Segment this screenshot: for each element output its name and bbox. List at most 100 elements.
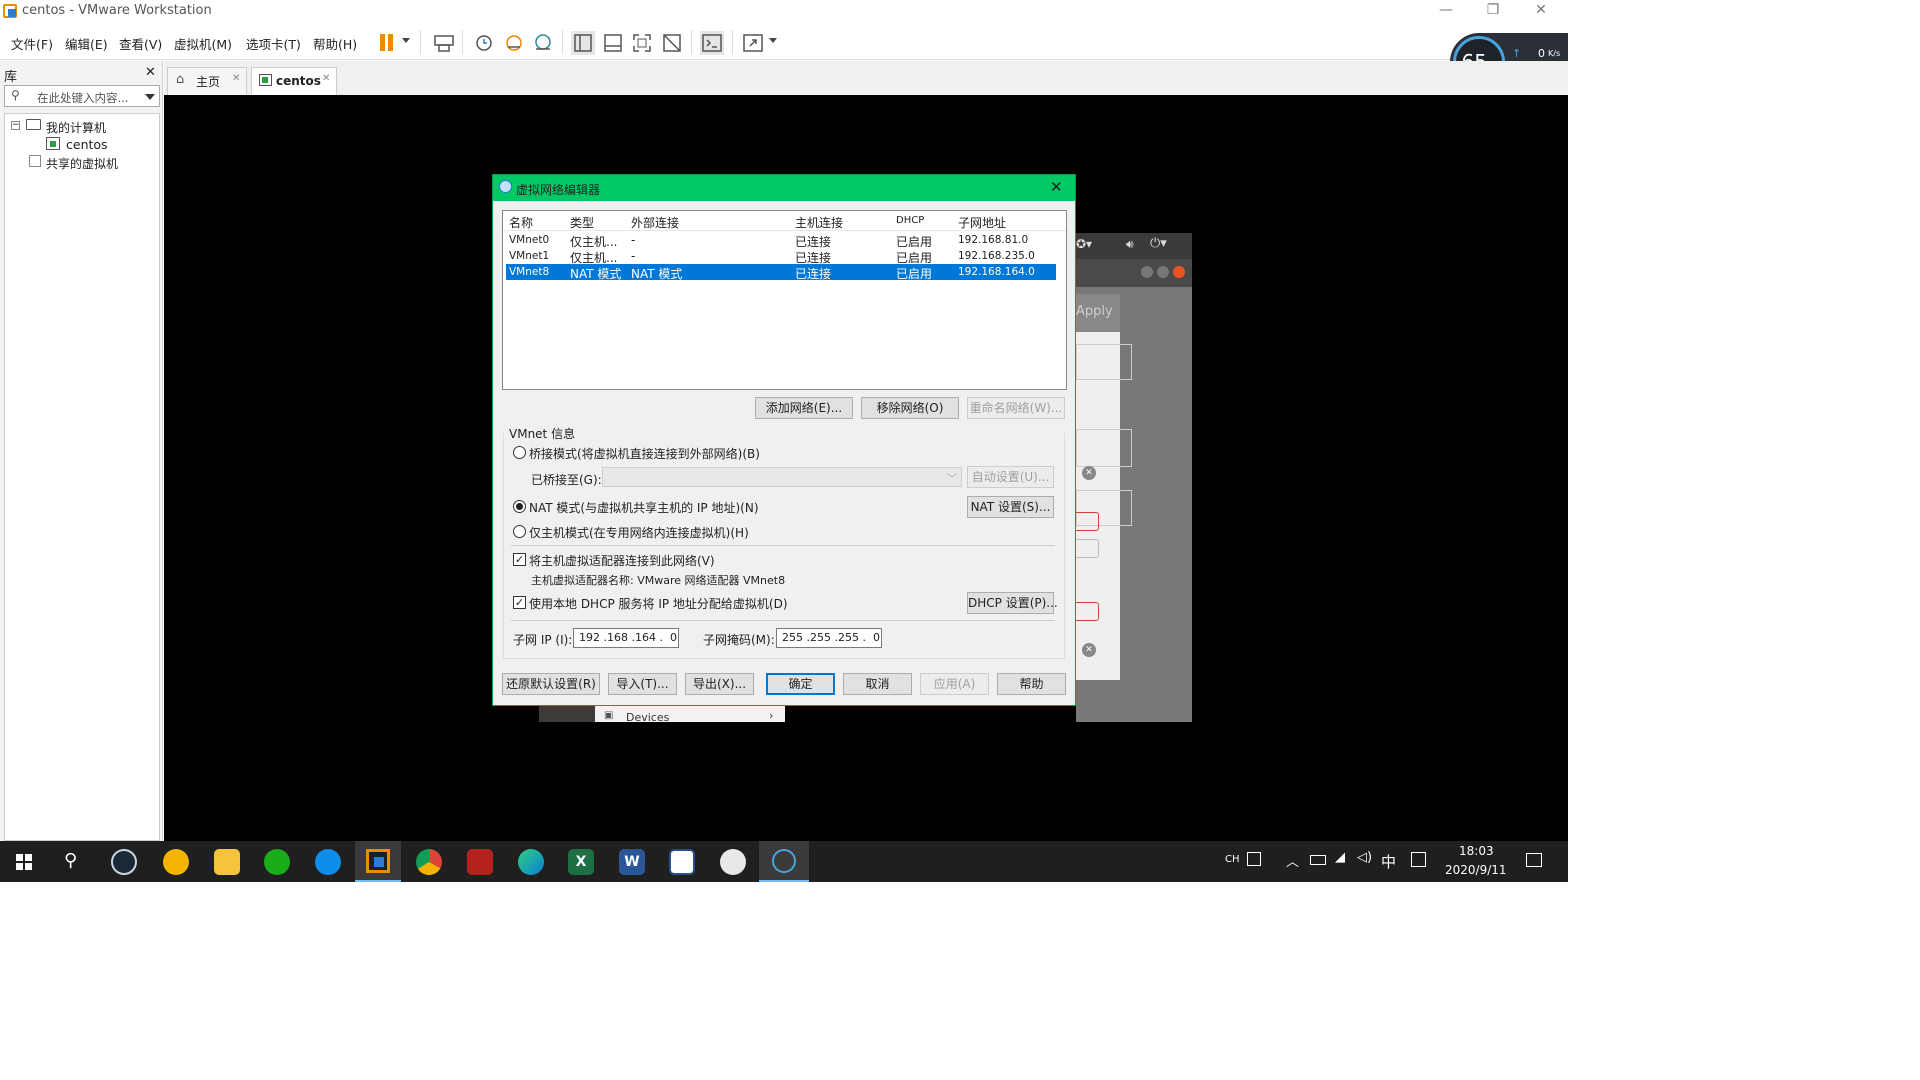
connect-adapter-label[interactable]: 将主机虚拟适配器连接到此网络(V) (529, 552, 715, 569)
teamviewer-icon[interactable] (315, 849, 341, 875)
clock-date[interactable]: 2020/9/11 (1445, 863, 1507, 877)
stretch-dropdown-icon[interactable] (769, 38, 777, 43)
menu-file[interactable]: 文件(F) (11, 34, 53, 53)
use-dhcp-label[interactable]: 使用本地 DHCP 服务将 IP 地址分配给虚拟机(D) (529, 595, 788, 612)
full-screen-icon[interactable] (630, 31, 654, 55)
add-network-button[interactable]: 添加网络(E)... (755, 397, 853, 419)
restore-button[interactable]: ❐ (1473, 2, 1513, 18)
chrome-icon[interactable] (416, 849, 442, 875)
restore-defaults-button[interactable]: 还原默认设置(R) (502, 673, 600, 695)
snapshot-icon[interactable] (472, 31, 496, 55)
bridge-mode-radio[interactable] (513, 446, 526, 459)
steam-icon[interactable] (111, 849, 137, 875)
pause-icon[interactable] (377, 31, 401, 55)
tree-my-computer[interactable]: 我的计算机 (46, 119, 106, 136)
word-icon[interactable]: W (619, 849, 645, 875)
tree-vm-centos[interactable]: centos (66, 137, 108, 152)
nat-mode-label[interactable]: NAT 模式(与虚拟机共享主机的 IP 地址)(N) (529, 499, 759, 516)
weather-icon[interactable] (163, 849, 189, 875)
menu-tabs[interactable]: 选项卡(T) (246, 34, 301, 53)
library-search-box[interactable]: ⚲ 在此处键入内容... (4, 85, 160, 107)
subnet-ip-input[interactable]: 192 .168 .164 . 0 (573, 628, 679, 648)
export-button[interactable]: 导出(X)... (685, 673, 754, 695)
wechat-icon[interactable] (264, 849, 290, 875)
table-row[interactable]: VMnet1 仅主机... - 已连接 已启用 192.168.235.0 (506, 248, 1056, 265)
library-close-icon[interactable]: ✕ (145, 65, 156, 80)
table-row-selected[interactable]: VMnet8 NAT 模式 NAT 模式 已连接 已启用 192.168.164… (506, 264, 1056, 281)
wifi-icon[interactable]: ◢ (1335, 850, 1345, 865)
column-header[interactable]: 名称 (509, 214, 533, 231)
tab-centos-close-icon[interactable]: ✕ (322, 73, 330, 84)
connect-adapter-checkbox[interactable]: ✓ (513, 553, 526, 566)
network-editor-taskbar-button[interactable] (759, 841, 809, 882)
clear-icon[interactable]: ✕ (1082, 466, 1096, 480)
table-row[interactable]: VMnet0 仅主机... - 已连接 已启用 192.168.81.0 (506, 232, 1056, 249)
column-header[interactable]: 主机连接 (795, 214, 843, 231)
guest-apply-button[interactable]: Apply (1076, 304, 1113, 319)
rename-network-button[interactable]: 重命名网络(W)... (967, 397, 1065, 419)
guest-devices-label[interactable]: Devices (626, 711, 669, 724)
nat-mode-radio[interactable] (513, 500, 526, 513)
unity-icon[interactable] (660, 31, 684, 55)
ime-mode-icon[interactable] (1411, 852, 1426, 867)
file-explorer-icon[interactable] (214, 849, 240, 875)
use-dhcp-checkbox[interactable]: ✓ (513, 596, 526, 609)
input-lang-ch[interactable]: CH (1225, 854, 1240, 865)
column-header[interactable]: 外部连接 (631, 214, 679, 231)
apply-button[interactable]: 应用(A) (920, 673, 989, 695)
ok-button[interactable]: 确定 (766, 673, 835, 695)
input-lang-zh[interactable]: 中 (1381, 851, 1396, 872)
library-view-icon[interactable] (571, 31, 595, 55)
subnet-mask-input[interactable]: 255 .255 .255 . 0 (776, 628, 882, 648)
snapshot-manager-icon[interactable] (531, 31, 555, 55)
column-header[interactable]: DHCP (896, 215, 924, 226)
speaker-icon[interactable]: ◁) (1357, 850, 1372, 865)
menu-view[interactable]: 查看(V) (119, 34, 162, 53)
dialog-close-icon[interactable]: ✕ (1050, 178, 1063, 196)
revert-snapshot-icon[interactable] (502, 31, 526, 55)
chat-icon[interactable] (720, 849, 746, 875)
menu-help[interactable]: 帮助(H) (313, 34, 357, 53)
winrar-icon[interactable] (467, 849, 493, 875)
notification-center-icon[interactable] (1526, 853, 1542, 867)
hdx-icon[interactable] (669, 849, 695, 875)
bridged-to-select[interactable]: ﹀ (602, 467, 962, 487)
tab-centos[interactable]: centos ✕ (251, 67, 337, 95)
cancel-button[interactable]: 取消 (843, 673, 912, 695)
tab-home-close-icon[interactable]: ✕ (232, 73, 240, 84)
search-dropdown-icon[interactable] (145, 94, 155, 100)
column-header[interactable]: 子网地址 (958, 214, 1006, 231)
close-button[interactable]: ✕ (1521, 2, 1561, 18)
send-ctrl-alt-del-icon[interactable] (432, 31, 456, 55)
search-icon[interactable]: ⚲ (64, 850, 77, 871)
network-list[interactable]: 名称 类型 外部连接 主机连接 DHCP 子网地址 VMnet0 仅主机... … (502, 210, 1067, 390)
tree-shared-vms[interactable]: 共享的虚拟机 (46, 155, 118, 172)
guest-max-icon[interactable] (1157, 266, 1169, 278)
stretch-icon[interactable] (741, 31, 765, 55)
vmware-taskbar-button[interactable] (355, 841, 401, 882)
import-button[interactable]: 导入(T)... (608, 673, 677, 695)
column-header[interactable]: 类型 (570, 214, 594, 231)
tab-home[interactable]: ⌂ 主页 ✕ (167, 67, 247, 95)
collapse-icon[interactable]: − (11, 121, 20, 130)
host-only-radio[interactable] (513, 525, 526, 538)
auto-settings-button[interactable]: 自动设置(U)... (967, 466, 1054, 488)
bridge-mode-label[interactable]: 桥接模式(将虚拟机直接连接到外部网络)(B) (529, 445, 760, 462)
keyboard-grid-icon[interactable] (1247, 852, 1261, 866)
minimize-button[interactable]: — (1426, 2, 1466, 18)
guest-close-icon[interactable] (1173, 266, 1185, 278)
pause-dropdown-icon[interactable] (402, 38, 410, 43)
thumbnail-bar-icon[interactable] (601, 31, 625, 55)
clear-icon[interactable]: ✕ (1082, 643, 1096, 657)
guest-min-icon[interactable] (1141, 266, 1153, 278)
dhcp-settings-button[interactable]: DHCP 设置(P)... (967, 592, 1058, 614)
clock-time[interactable]: 18:03 (1459, 844, 1494, 858)
show-hidden-icons-icon[interactable]: ︿ (1286, 851, 1299, 870)
edge-icon[interactable] (518, 849, 544, 875)
battery-icon[interactable] (1310, 855, 1326, 865)
excel-icon[interactable]: X (568, 849, 594, 875)
library-search-input[interactable]: 在此处键入内容... (37, 90, 128, 106)
windows-start-icon[interactable] (16, 854, 32, 870)
nat-settings-button[interactable]: NAT 设置(S)... (967, 496, 1054, 518)
remove-network-button[interactable]: 移除网络(O) (861, 397, 959, 419)
